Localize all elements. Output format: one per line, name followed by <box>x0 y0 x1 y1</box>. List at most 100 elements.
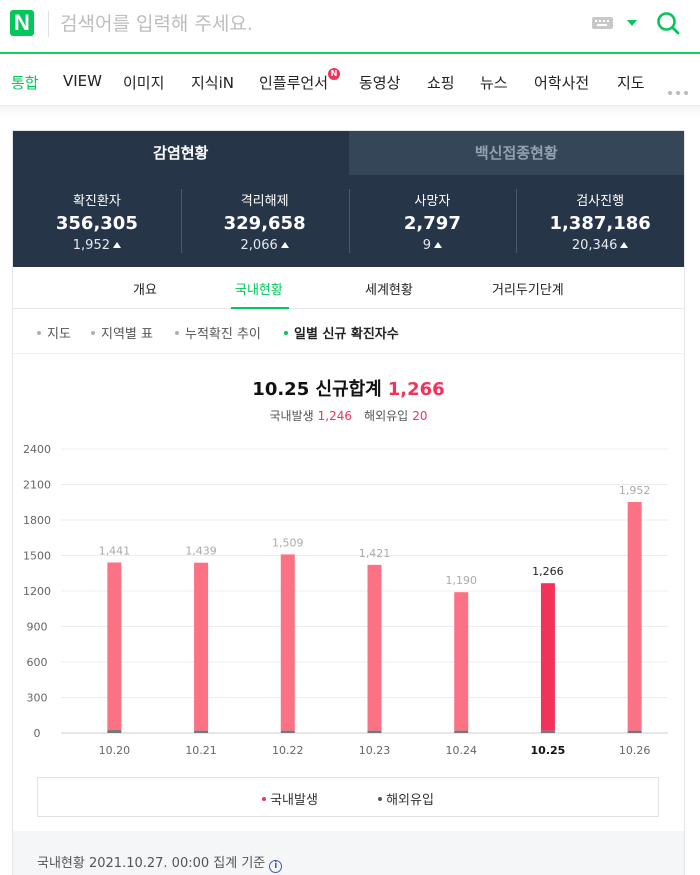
stat-testing: 검사진행 1,387,186 20,346 <box>516 175 684 267</box>
chart-subtitle: 국내발생 1,246 해외유입 20 <box>13 407 684 424</box>
stat-value: 329,658 <box>223 213 306 234</box>
data-label: 1,439 <box>185 545 217 558</box>
domestic-label: 국내발생 <box>269 409 314 423</box>
stat-delta: 20,346 <box>572 238 629 253</box>
x-tick-label: 10.23 <box>359 744 391 757</box>
chart-title: 10.25 신규합계 1,266 <box>13 375 684 401</box>
tab-news[interactable]: 뉴스 <box>480 72 508 93</box>
stat-delta-value: 2,066 <box>240 238 278 253</box>
y-tick-label: 900 <box>27 621 48 634</box>
x-tick-label: 10.20 <box>99 744 131 757</box>
tab-video[interactable]: 동영상 <box>359 72 400 93</box>
data-label: 1,441 <box>99 544 131 557</box>
divider <box>48 11 49 37</box>
tab-influencer[interactable]: 인플루언서 N <box>259 68 341 93</box>
legend-dot <box>378 797 383 801</box>
daily-cases-chart: 0 300 600 900 1200 1500 1800 2100 2400 1,441 10.20… <box>23 443 668 757</box>
tab-all[interactable]: 통합 <box>11 72 39 93</box>
bullet-dot <box>91 331 95 335</box>
naver-logo[interactable]: N <box>10 10 34 36</box>
x-tick-label: 10.21 <box>185 744 217 757</box>
legend-label: 해외유입 <box>386 793 434 808</box>
bar-domestic <box>627 502 642 731</box>
stat-label: 검사진행 <box>576 194 625 209</box>
filter-label: 지역별 표 <box>101 327 153 342</box>
data-label: 1,266 <box>532 565 564 578</box>
bar-domestic <box>540 583 555 731</box>
imported-value: 20 <box>412 409 428 423</box>
arrow-up-icon <box>620 242 629 248</box>
y-tick-label: 300 <box>27 692 48 705</box>
legend-label: 국내발생 <box>270 793 318 808</box>
tab-view[interactable]: VIEW <box>63 72 102 90</box>
footer-text: 국내현황 2021.10.27. 00:00 집계 기준 <box>37 856 266 871</box>
chart-legend: 국내발생 해외유입 <box>37 777 659 817</box>
bullet-dot <box>175 331 179 335</box>
data-label: 1,952 <box>619 484 651 497</box>
tab-shopping[interactable]: 쇼핑 <box>427 72 455 93</box>
keyboard-icon[interactable] <box>592 17 613 29</box>
data-label: 1,509 <box>272 536 304 549</box>
arrow-up-icon <box>280 242 289 248</box>
bar-domestic <box>454 592 469 731</box>
subtab-world[interactable]: 세계현황 <box>365 279 413 298</box>
chart-date-label: 10.25 신규합계 <box>252 379 382 400</box>
new-badge: N <box>328 68 341 80</box>
stat-deaths: 사망자 2,797 9 <box>348 175 517 267</box>
subtab-overview[interactable]: 개요 <box>133 279 157 298</box>
legend-dot <box>262 797 267 801</box>
stat-delta-value: 20,346 <box>571 238 618 253</box>
category-tabs: 통합 VIEW 이미지 지식iN 인플루언서 N 동영상 쇼핑 뉴스 어학사전 … <box>0 56 700 106</box>
legend-domestic: 국내발생 <box>262 789 318 808</box>
bar-imported <box>454 730 469 733</box>
data-label: 1,421 <box>359 547 391 560</box>
y-tick-label: 1800 <box>23 514 51 527</box>
stats-summary: 확진환자 356,305 1,952 격리해제 329,658 2,066 사망… <box>13 175 684 267</box>
stat-confirmed: 확진환자 356,305 1,952 <box>13 175 181 267</box>
tab-dictionary[interactable]: 어학사전 <box>534 72 589 93</box>
filter-label: 일별 신규 확진자수 <box>294 327 399 342</box>
stat-value: 1,387,186 <box>549 213 651 234</box>
search-bar: N <box>0 0 700 54</box>
tab-infection-status[interactable]: 감염현황 <box>13 131 349 175</box>
tab-image[interactable]: 이미지 <box>123 72 164 93</box>
filter-daily-new[interactable]: 일별 신규 확진자수 <box>284 323 399 342</box>
section-separator <box>0 106 700 118</box>
bar-domestic <box>280 554 295 731</box>
search-icon[interactable] <box>656 11 680 35</box>
bullet-dot <box>284 331 288 335</box>
sub-tabs: 개요 국내현황 세계현황 거리두기단계 <box>13 267 684 309</box>
search-input[interactable] <box>60 8 560 40</box>
stat-delta: 9 <box>423 238 443 253</box>
subtab-distancing[interactable]: 거리두기단계 <box>492 279 564 298</box>
tab-kin[interactable]: 지식iN <box>191 72 234 93</box>
filter-region-table[interactable]: 지역별 표 <box>91 323 153 342</box>
bar-imported <box>194 730 209 733</box>
tab-map[interactable]: 지도 <box>617 72 645 93</box>
y-tick-label: 600 <box>27 656 48 669</box>
tab-influencer-label: 인플루언서 <box>259 74 329 92</box>
segment-tabs: 감염현황 백신접종현황 <box>13 131 684 175</box>
tab-vaccination-status[interactable]: 백신접종현황 <box>348 131 684 175</box>
x-tick-label: 10.22 <box>272 744 304 757</box>
legend-imported: 해외유입 <box>378 789 434 808</box>
y-tick-label: 2100 <box>23 479 51 492</box>
view-filters: 지도 지역별 표 누적확진 추이 일별 신규 확진자수 <box>13 309 684 354</box>
y-tick-label: 2400 <box>23 443 51 456</box>
bar-domestic <box>367 564 382 731</box>
more-icon[interactable] <box>668 80 692 99</box>
filter-map[interactable]: 지도 <box>37 323 71 342</box>
arrow-up-icon <box>434 242 443 248</box>
stat-label: 사망자 <box>414 194 451 209</box>
bullet-dot <box>37 331 41 335</box>
chevron-down-icon[interactable] <box>627 20 637 26</box>
bar-domestic <box>194 562 209 731</box>
y-tick-label: 1500 <box>23 550 51 563</box>
stat-released: 격리해제 329,658 2,066 <box>180 175 349 267</box>
data-label: 1,190 <box>445 574 477 587</box>
info-icon[interactable]: i <box>269 860 283 873</box>
filter-cumulative-trend[interactable]: 누적확진 추이 <box>175 323 261 342</box>
stat-delta-value: 1,952 <box>72 238 110 253</box>
subtab-domestic[interactable]: 국내현황 <box>235 279 283 298</box>
x-tick-label: 10.26 <box>619 744 651 757</box>
